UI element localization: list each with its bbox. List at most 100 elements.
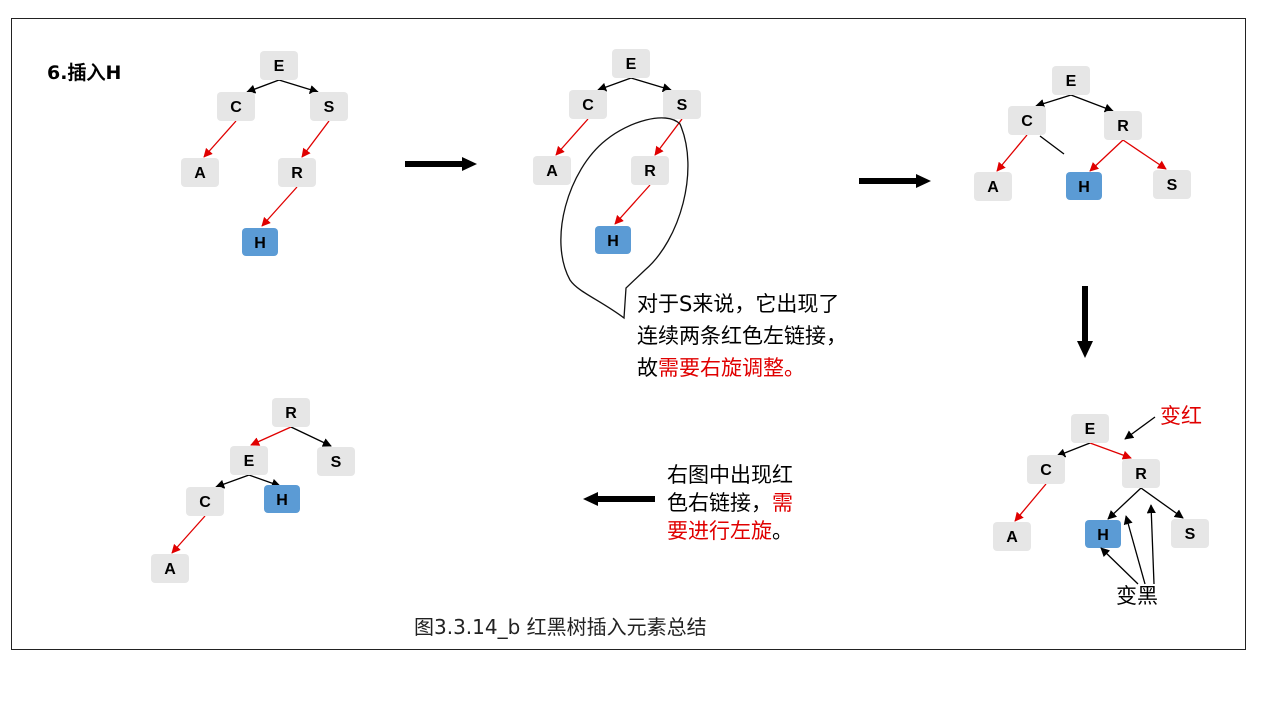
step-title: 6.插入H — [47, 62, 122, 84]
link-t1-e-s — [278, 79, 319, 94]
svg-text:S: S — [1185, 526, 1196, 543]
node-t3-h: H — [1066, 172, 1102, 200]
node-t2-e: E — [612, 49, 650, 78]
node-t5-h: H — [264, 485, 300, 513]
node-t3-r: R — [1104, 111, 1142, 140]
svg-text:E: E — [274, 58, 285, 75]
svg-text:A: A — [987, 179, 999, 196]
svg-text:C: C — [230, 99, 242, 116]
node-t1-c: C — [217, 92, 255, 121]
node-t3-c: C — [1008, 106, 1046, 135]
link-t1-s-r — [301, 120, 330, 158]
svg-text:R: R — [644, 163, 656, 180]
svg-text:C: C — [582, 97, 594, 114]
node-t3-s: S — [1153, 170, 1191, 199]
link-t3-c-stub — [1039, 135, 1065, 155]
label-to-red: 变红 — [1160, 404, 1202, 428]
svg-text:S: S — [324, 99, 335, 116]
node-t2-a: A — [533, 156, 571, 185]
link-t1-e-c — [246, 79, 280, 94]
pointer-to-black-1 — [1100, 547, 1139, 585]
node-t2-h: H — [595, 226, 631, 254]
svg-text:R: R — [1117, 118, 1129, 135]
node-t4-s: S — [1171, 519, 1209, 548]
pointer-to-black-2 — [1123, 515, 1146, 585]
node-t5-s: S — [317, 447, 355, 476]
svg-text:C: C — [199, 494, 211, 511]
link-t3-r-s — [1122, 139, 1167, 170]
node-t1-a: A — [181, 158, 219, 187]
svg-text:C: C — [1021, 113, 1033, 130]
link-t4-e-c — [1056, 442, 1091, 458]
link-t4-r-s — [1140, 487, 1184, 519]
link-t5-r-e — [250, 426, 292, 446]
link-t3-e-c — [1035, 94, 1072, 108]
link-t3-c-a — [996, 134, 1028, 172]
arrow-down — [1077, 286, 1093, 358]
node-t5-r: R — [272, 398, 310, 427]
svg-text:H: H — [276, 492, 288, 509]
svg-text:C: C — [1040, 462, 1052, 479]
note1-line1: 对于S来说，它出现了 — [637, 292, 840, 316]
link-t3-r-h — [1089, 139, 1124, 172]
link-t4-c-a — [1014, 483, 1047, 522]
link-t2-c-a — [555, 118, 589, 156]
svg-text:R: R — [291, 165, 303, 182]
arrow-left — [583, 492, 655, 506]
node-t5-a: A — [151, 554, 189, 583]
svg-text:E: E — [1085, 421, 1096, 438]
link-t2-s-r — [654, 118, 683, 156]
svg-text:E: E — [626, 56, 637, 73]
link-t5-c-a — [171, 515, 206, 554]
link-t3-e-r — [1070, 94, 1114, 113]
label-to-black: 变黑 — [1116, 584, 1158, 608]
node-t4-r: R — [1122, 459, 1160, 488]
node-t1-h: H — [242, 228, 278, 256]
svg-text:A: A — [164, 561, 176, 578]
link-t5-r-s — [290, 426, 332, 447]
node-t4-h: H — [1085, 520, 1121, 548]
link-t5-e-h — [248, 474, 281, 488]
link-t4-e-r — [1089, 442, 1132, 460]
svg-text:E: E — [244, 453, 255, 470]
note2-line3: 要进行左旋。 — [667, 519, 793, 543]
node-t4-c: C — [1027, 455, 1065, 484]
node-t4-e: E — [1071, 414, 1109, 443]
svg-text:A: A — [546, 163, 558, 180]
node-t1-e: E — [260, 51, 298, 80]
note1-line3: 故需要右旋调整。 — [637, 356, 805, 380]
link-t1-c-a — [203, 120, 237, 158]
svg-text:A: A — [1006, 529, 1018, 546]
link-t2-e-c — [597, 77, 632, 92]
svg-text:S: S — [331, 454, 342, 471]
figure-caption: 图3.3.14_b 红黑树插入元素总结 — [414, 615, 707, 639]
node-t5-c: C — [186, 487, 224, 516]
node-t2-s: S — [663, 90, 701, 119]
svg-text:A: A — [194, 165, 206, 182]
svg-text:R: R — [285, 405, 297, 422]
pointer-to-black-3 — [1146, 504, 1156, 585]
link-t4-r-h — [1107, 487, 1142, 520]
node-t5-e: E — [230, 446, 268, 475]
svg-text:S: S — [1167, 177, 1178, 194]
link-t2-r-h — [614, 184, 651, 225]
node-t4-a: A — [993, 522, 1031, 551]
svg-text:S: S — [677, 97, 688, 114]
svg-text:H: H — [1097, 527, 1109, 544]
link-t5-e-c — [215, 474, 250, 489]
svg-text:R: R — [1135, 466, 1147, 483]
node-t2-r: R — [631, 156, 669, 185]
node-t1-r: R — [278, 158, 316, 187]
link-t2-e-s — [630, 77, 672, 93]
note1-line2: 连续两条红色左链接， — [637, 324, 847, 348]
arrow-right-1 — [405, 157, 477, 171]
svg-text:H: H — [1078, 179, 1090, 196]
node-t1-s: S — [310, 92, 348, 121]
svg-text:H: H — [607, 233, 619, 250]
link-t1-r-h — [261, 186, 298, 227]
svg-text:E: E — [1066, 73, 1077, 90]
pointer-to-red — [1124, 416, 1156, 440]
node-t3-e: E — [1052, 66, 1090, 95]
node-t3-a: A — [974, 172, 1012, 201]
svg-text:H: H — [254, 235, 266, 252]
